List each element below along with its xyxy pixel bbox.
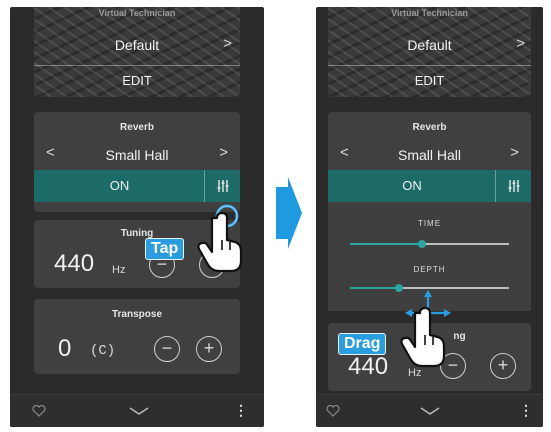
tap-annotation: Tap [145,238,185,260]
divider [328,65,531,66]
reverb-toggle[interactable]: ON [328,170,531,202]
reverb-settings-button[interactable] [495,170,531,202]
sound-card: Virtual Technician Default > EDIT [328,7,531,97]
time-slider-fill [350,243,422,245]
tuning-value: 440 [348,353,389,380]
edit-button[interactable]: EDIT [34,73,240,88]
heart-icon[interactable] [326,405,340,417]
transpose-card: Transpose 0 (C) − + [34,299,240,374]
reverb-toggle[interactable]: ON [34,170,240,202]
reverb-title: Reverb [412,122,447,133]
reverb-settings-button[interactable] [204,170,240,202]
reverb-type: Small Hall [397,147,461,163]
heart-icon[interactable] [32,405,46,417]
time-slider-label: TIME [417,219,442,228]
next-sound-icon[interactable]: > [223,35,232,52]
tuning-unit: Hz [112,264,126,276]
sound-card: Virtual Technician Default > EDIT [34,7,240,97]
reverb-toggle-label: ON [402,178,422,193]
header-title: Virtual Technician [391,8,468,18]
depth-slider-label: DEPTH [413,265,446,274]
transpose-value: 0 [58,335,72,362]
header-title: Virtual Technician [98,8,176,18]
depth-slider-fill [350,287,400,289]
edit-button[interactable]: EDIT [328,73,531,88]
tap-hand-icon [197,211,243,273]
reverb-type: Small Hall [105,147,169,163]
divider [34,65,240,66]
bottom-bar: ⋮ [316,394,543,427]
time-slider-knob[interactable] [417,240,426,248]
more-vertical-icon[interactable]: ⋮ [234,402,248,419]
reverb-next-icon[interactable]: > [510,144,519,161]
depth-slider-knob[interactable] [395,284,404,292]
sound-name[interactable]: Default [34,37,240,53]
next-sound-icon[interactable]: > [516,35,525,52]
reverb-next-icon[interactable]: > [219,144,228,161]
transpose-minus-button[interactable]: − [154,336,180,362]
transpose-plus-button[interactable]: + [196,336,222,362]
reverb-card: Reverb < Small Hall > ON [34,112,240,212]
transpose-key: (C) [90,343,116,359]
time-slider[interactable] [350,240,509,248]
mixer-settings-icon [508,180,519,192]
tuning-value: 440 [54,250,95,277]
drag-annotation: Drag [338,333,387,355]
mixer-settings-icon [217,180,228,192]
reverb-toggle-label: ON [109,178,130,193]
transpose-title: Transpose [111,309,163,320]
depth-slider[interactable] [350,284,509,292]
reverb-card: Reverb < Small Hall > ON [328,112,531,212]
transition-arrow-icon [276,177,302,249]
chevron-down-icon[interactable] [129,407,149,415]
drag-hand-icon [400,306,446,368]
chevron-down-icon[interactable] [420,407,440,415]
reverb-title: Reverb [120,122,154,133]
tuning-plus-button[interactable]: + [490,353,516,379]
sound-name[interactable]: Default [328,37,531,53]
bottom-bar: ⋮ [10,394,264,427]
more-vertical-icon[interactable]: ⋮ [519,402,533,419]
